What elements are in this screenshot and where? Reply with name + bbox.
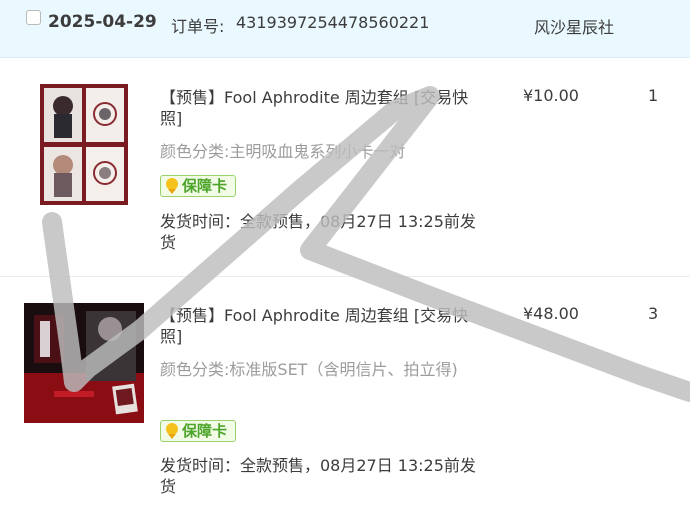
order-number: 4319397254478560221 [236,13,430,32]
product-thumbnail[interactable] [40,84,128,205]
guarantee-badge[interactable]: 保障卡 [160,420,236,442]
spec-value: 标准版SET（含明信片、拍立得) [229,360,458,379]
product-spec: 颜色分类:标准版SET（含明信片、拍立得) [160,358,490,382]
spec-label: 颜色分类: [160,360,230,379]
shield-icon [166,423,178,439]
item-price: ¥10.00 [523,86,579,105]
order-select-checkbox[interactable] [26,10,41,25]
guarantee-badge[interactable]: 保障卡 [160,175,236,197]
guarantee-badge-label: 保障卡 [182,177,228,195]
shop-name-link[interactable]: 风沙星辰社 [534,14,614,38]
product-title-link[interactable]: 【预售】Fool Aphrodite 周边套组 [交易快照] [160,305,485,347]
product-thumbnail[interactable] [24,303,144,423]
order-header: 2025-04-29 订单号: 4319397254478560221 风沙星辰… [0,0,690,58]
spec-label: 颜色分类: [160,142,230,161]
item-quantity: 3 [648,304,659,323]
item-quantity: 1 [648,86,659,105]
shipping-time: 发货时间：全款预售，08月27日 13:25前发货 [160,456,476,496]
shipping-time: 发货时间：全款预售，08月27日 13:25前发货 [160,212,476,252]
shield-icon [166,178,178,194]
spec-value: 主明吸血鬼系列小卡一对 [229,142,406,161]
guarantee-badge-label: 保障卡 [182,422,228,440]
order-item: 【预售】Fool Aphrodite 周边套组 [交易快照] 颜色分类:主明吸血… [0,58,690,277]
order-date: 2025-04-29 [48,12,157,32]
order-item: 【预售】Fool Aphrodite 周边套组 [交易快照] 颜色分类:标准版S… [0,277,690,507]
product-title-link[interactable]: 【预售】Fool Aphrodite 周边套组 [交易快照] [160,87,485,129]
item-price: ¥48.00 [523,304,579,323]
order-number-label: 订单号: [171,17,225,36]
product-spec: 颜色分类:主明吸血鬼系列小卡一对 [160,140,490,164]
